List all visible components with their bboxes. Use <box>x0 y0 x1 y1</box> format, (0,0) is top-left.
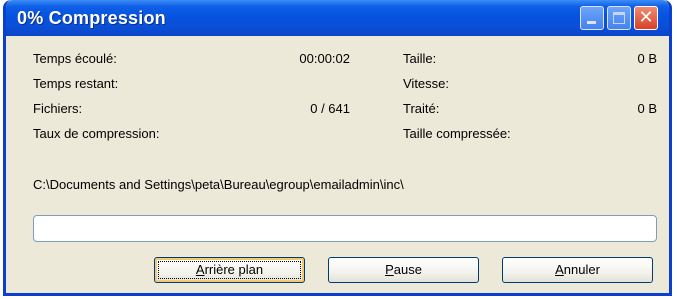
progress-bar <box>33 215 657 242</box>
minimize-icon <box>587 21 596 24</box>
window-title: 0% Compression <box>17 8 166 28</box>
files-value: 0 / 641 <box>310 101 350 116</box>
pause-button-label: Pause <box>385 262 422 277</box>
background-button[interactable]: Arrière plan <box>154 257 305 283</box>
background-button-label: Arrière plan <box>195 262 264 277</box>
remaining-time-label: Temps restant: <box>33 76 119 91</box>
cancel-button[interactable]: Annuler <box>502 257 653 283</box>
minimize-button[interactable] <box>580 6 604 30</box>
current-file-path: C:\Documents and Settings\peta\Bureau\eg… <box>33 177 404 192</box>
compression-dialog: 0% Compression ✕ Temps écoulé: 00:00:02 … <box>3 0 672 296</box>
files-label: Fichiers: <box>33 101 83 116</box>
elapsed-time-label: Temps écoulé: <box>33 51 117 66</box>
speed-label: Vitesse: <box>403 76 450 91</box>
maximize-icon <box>613 12 625 24</box>
maximize-button <box>607 6 631 30</box>
size-value: 0 B <box>637 51 657 66</box>
cancel-button-label: Annuler <box>555 262 600 277</box>
size-label: Taille: <box>403 51 437 66</box>
elapsed-time-value: 00:00:02 <box>299 51 350 66</box>
close-button[interactable]: ✕ <box>634 6 658 30</box>
processed-label: Traité: <box>403 101 440 116</box>
compression-ratio-label: Taux de compression: <box>33 126 160 141</box>
processed-value: 0 B <box>637 101 657 116</box>
pause-button[interactable]: Pause <box>328 257 479 283</box>
close-icon: ✕ <box>638 7 654 28</box>
title-bar[interactable]: 0% Compression ✕ <box>6 0 669 36</box>
compressed-size-label: Taille compressée: <box>403 126 511 141</box>
